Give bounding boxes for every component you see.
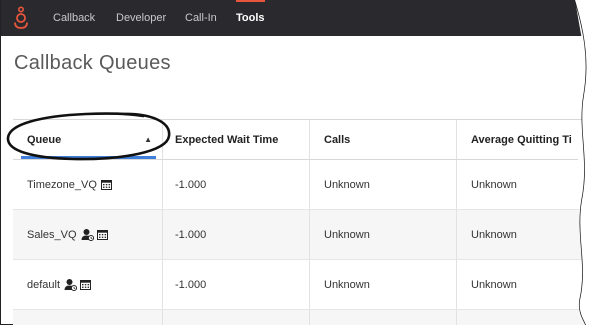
expected-wait-time-cell: -1.000 [163,160,310,209]
expected-wait-time-cell [163,310,310,325]
column-header-queue[interactable]: Queue ▲ [13,120,163,159]
column-header-label: Average Quitting Ti [471,133,572,146]
sort-indicator-bar [21,156,156,159]
queue-name: Timezone_VQ [27,178,97,191]
queue-cell: Timezone_VQ [13,160,163,209]
queue-name: Sales_VQ [27,228,77,241]
table-row[interactable]: Sales_VQ -1.000 Unknown Unknown [13,210,588,260]
expected-wait-time-cell: -1.000 [163,260,310,309]
column-header-calls[interactable]: Calls [310,120,457,159]
sort-ascending-icon: ▲ [144,135,152,144]
table-row[interactable]: default -1.000 Unknown Unknown [13,260,588,310]
calls-cell: Unknown [310,160,457,209]
calendar-icon[interactable] [100,179,112,190]
calls-cell: Unknown [310,210,457,259]
nav-callback[interactable]: Callback [53,0,95,36]
calendar-icon[interactable] [80,279,92,290]
nav-developer[interactable]: Developer [116,0,166,36]
nav-tools[interactable]: Tools [236,0,265,36]
callback-queues-table: Queue ▲ Expected Wait Time Calls Average… [13,119,588,325]
table-row[interactable]: Timezone_VQ -1.000 Unknown Unknown [13,160,588,210]
expected-wait-time-cell: -1.000 [163,210,310,259]
app-window: Callback Developer Call-In Tools Callbac… [0,0,588,325]
queue-name: default [27,278,61,291]
column-header-label: Expected Wait Time [175,133,279,146]
table-row[interactable] [13,310,588,325]
top-nav-bar: Callback Developer Call-In Tools [1,0,588,36]
queue-cell [13,310,163,325]
queue-cell: default [13,260,163,309]
agent-icon[interactable] [64,278,78,291]
column-header-label: Calls [324,133,351,146]
column-header-label: Queue [27,133,62,146]
column-header-expected-wait-time[interactable]: Expected Wait Time [163,120,310,159]
calls-cell: Unknown [310,260,457,309]
agent-icon[interactable] [81,228,94,241]
calendar-icon[interactable] [96,229,108,240]
torn-edge-decoration [574,0,594,325]
page-title: Callback Queues [14,52,171,74]
queue-cell: Sales_VQ [13,210,163,259]
genesys-logo-icon[interactable] [12,6,30,30]
table-header-row: Queue ▲ Expected Wait Time Calls Average… [13,120,588,160]
nav-call-in[interactable]: Call-In [185,0,217,36]
calls-cell [310,310,457,325]
